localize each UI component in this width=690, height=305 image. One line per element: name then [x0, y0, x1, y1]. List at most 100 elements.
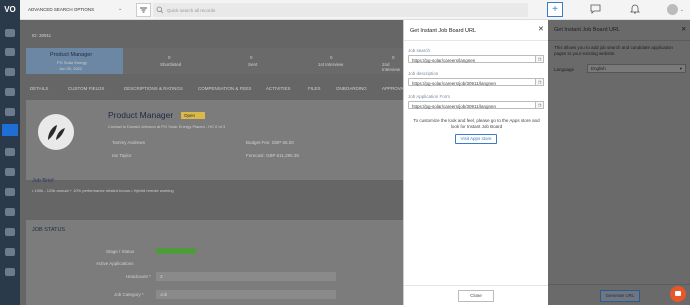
chat-icon[interactable]: [590, 4, 601, 14]
avatar-chevron-icon[interactable]: ⌄: [680, 7, 684, 13]
job-category-label: Job Category *: [114, 292, 144, 297]
tab-descriptions[interactable]: DESCRIPTIONS & RATINGS: [124, 86, 183, 91]
status-progress: [156, 248, 196, 254]
add-button[interactable]: +: [547, 2, 563, 17]
job-record-backdrop: ID: 30911 Product Manager PG Solar Energ…: [20, 20, 409, 305]
tasks-icon[interactable]: [5, 88, 15, 96]
status-badge[interactable]: Open: [181, 112, 205, 119]
pipeline-stage-subtitle: PG Solar Energy: [57, 60, 88, 65]
tab-bar: DETAILS CUSTOM FIELDS DESCRIPTIONS & RAT…: [30, 86, 409, 94]
job-id: ID: 30911: [32, 33, 52, 38]
pipeline-stage-current[interactable]: Product Manager PG Solar Energy Jun 30, …: [26, 48, 123, 74]
history-icon[interactable]: [5, 29, 15, 37]
stage-count: 0: [168, 55, 171, 60]
divider: [548, 284, 690, 285]
language-value: English: [591, 66, 606, 71]
copy-icon[interactable]: ❐: [535, 55, 544, 63]
avatar[interactable]: [667, 4, 678, 15]
tab-activities[interactable]: ACTIVITIES: [266, 86, 291, 91]
job-application-url-field[interactable]: https://pg-solar/careers/job/30911/langn…: [408, 101, 536, 109]
job-search-url-field[interactable]: https://pg-solar/careers/langnen: [408, 55, 536, 63]
company-logo: [38, 114, 74, 150]
app-logo: VO: [4, 5, 16, 14]
schedule-icon[interactable]: [5, 228, 15, 236]
settings-panel-backdrop: Get Instant Job Board URL ✕ This allows …: [548, 20, 690, 305]
job-description-label: Job description: [408, 71, 439, 76]
email-icon[interactable]: [5, 208, 15, 216]
finance-icon[interactable]: [5, 168, 15, 176]
job-description-url-field[interactable]: https://pg-solar/careers/job/30911/langn…: [408, 78, 536, 86]
divider: [548, 40, 690, 41]
search-placeholder: Quick search all records: [167, 7, 216, 13]
active-applications-label: Active Applications: [96, 261, 134, 266]
more-icon[interactable]: [5, 268, 15, 276]
job-status-title: JOB STATUS: [32, 227, 66, 233]
stage-count: 0: [250, 55, 253, 60]
bell-icon[interactable]: [630, 3, 640, 14]
jobs-icon[interactable]: [2, 124, 18, 136]
top-bar: ADVANCED SEARCH OPTIONS ⌄ Quick search a…: [20, 0, 690, 20]
copy-icon[interactable]: ❐: [535, 101, 544, 109]
left-sidebar: VO: [0, 0, 20, 305]
stage-label: Shortlisted: [160, 62, 182, 67]
pipeline-stage-date: Jun 30, 2022: [59, 66, 83, 71]
customize-info-text: To customize the look and feel, please g…: [413, 118, 540, 129]
headcount-value: 3: [160, 274, 163, 279]
filter-button[interactable]: [136, 3, 151, 17]
placements-icon[interactable]: [5, 188, 15, 196]
job-summary-card: Product Manager Open Contact is Donald J…: [26, 100, 403, 180]
reports-icon[interactable]: [5, 248, 15, 256]
panel-title: Get Instant Job Board URL: [554, 27, 621, 33]
job-search-label: Job search: [408, 48, 431, 53]
job-status-card: JOB STATUS Stage / Status Active Applica…: [26, 220, 403, 305]
close-button[interactable]: Close: [458, 290, 494, 302]
quick-search-input[interactable]: Quick search all records: [153, 3, 528, 17]
headcount-field[interactable]: 3: [156, 272, 336, 281]
leaf-logo-icon: [48, 125, 65, 140]
pipeline-stage-title: Product Manager: [50, 52, 93, 58]
panel-description: This allows you to add job search and ca…: [554, 45, 673, 56]
dropdown-arrow-icon: ▾: [679, 66, 682, 71]
job-contact: Contact is Donald Johnson at PG Solar En…: [108, 124, 226, 129]
budget-fee: Budget Fee: GBP 65.00: [246, 140, 294, 145]
language-label: Language: [554, 67, 575, 72]
headcount-label: Headcount *: [126, 274, 151, 279]
dashboard-icon[interactable]: [5, 48, 15, 56]
forecast-fee: Forecast: GBP 611,295.38: [246, 153, 299, 158]
support-chat-icon[interactable]: [670, 286, 686, 302]
owner-primary[interactable]: Tammy Andrews: [112, 140, 145, 145]
job-title: Product Manager: [108, 110, 174, 120]
tab-details[interactable]: DETAILS: [30, 86, 48, 91]
contacts-icon[interactable]: [5, 108, 15, 116]
generate-url-button[interactable]: Generate URL: [600, 290, 640, 302]
modal-close-icon[interactable]: ✕: [538, 25, 544, 33]
copy-icon[interactable]: ❐: [535, 78, 544, 86]
visit-apps-store-button[interactable]: Visit Apps store: [455, 134, 497, 144]
modal-title: Get Instant Job Board URL: [410, 28, 477, 34]
panel-close-icon[interactable]: ✕: [681, 25, 686, 33]
job-brief-text: • 100k - 120k annual + 10% performance r…: [32, 188, 174, 193]
search-icon: [156, 6, 164, 14]
filter-icon: [140, 7, 147, 13]
tab-onboarding[interactable]: ONBOARDING: [336, 86, 367, 91]
stage-count: 0: [392, 55, 395, 60]
stage-label: Sent: [248, 62, 258, 67]
advanced-search-dropdown[interactable]: ADVANCED SEARCH OPTIONS: [28, 7, 94, 12]
job-brief-title: Job Brief: [32, 178, 54, 184]
calendar-icon[interactable]: [5, 68, 15, 76]
owner-secondary[interactable]: Ian Taylor: [112, 153, 131, 158]
job-category-select[interactable]: Job: [156, 290, 336, 299]
tab-files[interactable]: FILES: [308, 86, 321, 91]
stage-count: 0: [330, 55, 333, 60]
chevron-down-icon[interactable]: ⌄: [118, 6, 122, 12]
candidates-icon[interactable]: [5, 148, 15, 156]
tab-custom-fields[interactable]: CUSTOM FIELDS: [68, 86, 104, 91]
stage-label: 2nd Interview: [382, 62, 401, 72]
divider: [404, 285, 549, 286]
divider: [404, 40, 549, 41]
job-board-url-modal: Get Instant Job Board URL ✕ Job search h…: [403, 20, 549, 305]
language-select[interactable]: English ▾: [587, 64, 686, 73]
tab-compensation[interactable]: COMPENSATION & FEES: [198, 86, 251, 91]
job-application-label: Job Application Form: [408, 94, 451, 99]
job-category-value: Job: [160, 292, 168, 297]
